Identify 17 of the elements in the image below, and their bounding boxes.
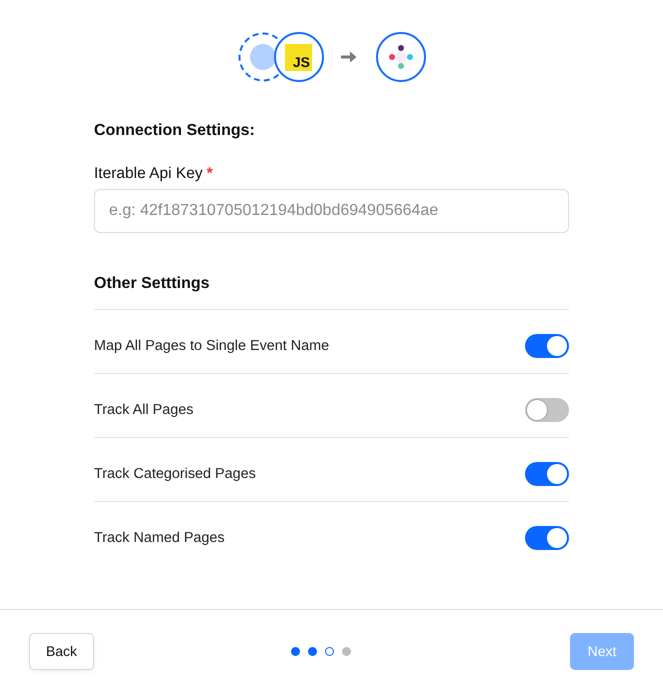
toggle-switch[interactable] (525, 462, 569, 486)
setting-label: Track Named Pages (94, 530, 225, 546)
arrow-right-icon (340, 51, 356, 63)
toggle-switch[interactable] (525, 334, 569, 358)
setting-label: Track All Pages (94, 402, 194, 418)
setting-label: Track Categorised Pages (94, 466, 256, 482)
dots-logo-icon (376, 32, 426, 82)
js-logo: JS (285, 44, 312, 70)
section-title: Connection Settings: (94, 121, 256, 141)
input-field[interactable]: e.g: 42f187310705012194bd0bd694905664ae (94, 189, 569, 233)
setting-label: Map All Pages to Single Event Name (94, 338, 330, 354)
section-title: Other Setttings (94, 274, 569, 310)
toggle-switch[interactable] (525, 398, 569, 422)
back-button[interactable]: Back (29, 632, 94, 670)
toggle-switch[interactable] (525, 526, 569, 550)
required-mark: * (206, 164, 213, 184)
field-label: Iterable Api Key (94, 164, 203, 184)
